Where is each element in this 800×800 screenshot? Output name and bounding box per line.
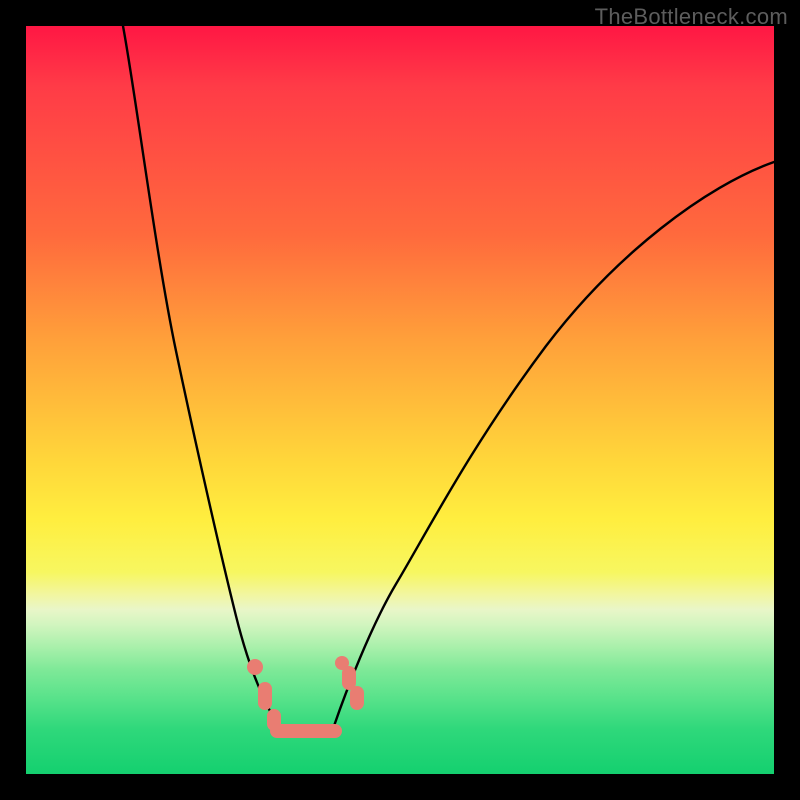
watermark-text: TheBottleneck.com: [595, 4, 788, 30]
chart-frame: [26, 26, 774, 774]
right-curve: [334, 162, 774, 726]
left-curve: [123, 26, 278, 726]
bottom-bar: [270, 724, 342, 738]
marker-capsule: [258, 682, 272, 710]
plot-svg: [26, 26, 774, 774]
marker-capsule: [350, 686, 364, 710]
marker-capsule: [342, 666, 356, 690]
markers: [247, 656, 364, 738]
curves: [123, 26, 774, 726]
marker-dot: [247, 659, 263, 675]
